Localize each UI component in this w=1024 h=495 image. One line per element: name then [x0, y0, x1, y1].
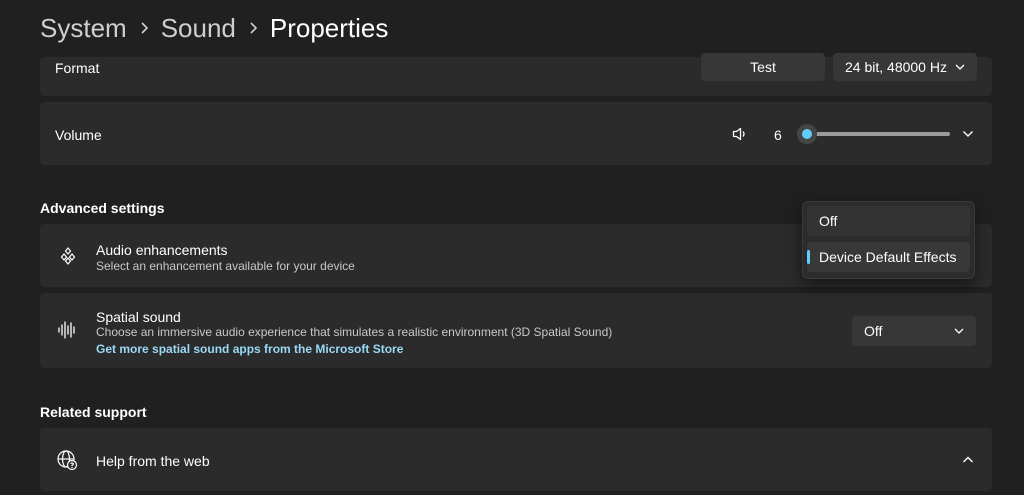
spatial-sound-icon	[58, 321, 75, 339]
microsoft-store-link[interactable]: Get more spatial sound apps from the Mic…	[96, 342, 403, 356]
volume-value: 6	[774, 127, 782, 143]
spatial-sound-subtitle: Choose an immersive audio experience tha…	[96, 325, 613, 339]
selection-indicator	[807, 250, 810, 264]
chevron-down-icon	[955, 64, 965, 70]
spatial-sound-dropdown-value: Off	[864, 323, 883, 339]
chevron-down-icon	[954, 328, 964, 334]
breadcrumb-sound[interactable]: Sound	[161, 13, 236, 44]
volume-slider-track[interactable]	[798, 132, 950, 136]
advanced-settings-heading: Advanced settings	[40, 200, 165, 216]
chevron-down-icon[interactable]	[962, 129, 974, 139]
breadcrumb-system[interactable]: System	[40, 13, 127, 44]
volume-label: Volume	[55, 127, 102, 143]
menu-option-off-label: Off	[819, 213, 838, 229]
chevron-right-icon	[127, 21, 161, 35]
audio-enhancements-subtitle: Select an enhancement available for your…	[96, 259, 355, 273]
spatial-sound-dropdown[interactable]: Off	[852, 316, 976, 346]
volume-card: Volume 6	[40, 102, 992, 165]
page-title: Properties	[269, 12, 389, 43]
help-from-web-card[interactable]: Help from the web	[40, 428, 992, 491]
test-button[interactable]: Test	[701, 53, 825, 81]
spatial-sound-title: Spatial sound	[96, 309, 181, 325]
format-dropdown[interactable]: 24 bit, 48000 Hz	[833, 53, 977, 81]
volume-slider-thumb[interactable]	[797, 124, 818, 144]
related-support-heading: Related support	[40, 404, 147, 420]
menu-option-device-default-effects[interactable]: Device Default Effects	[807, 242, 970, 272]
globe-help-icon	[57, 450, 78, 471]
menu-option-off[interactable]: Off	[807, 206, 970, 236]
format-label: Format	[55, 60, 100, 76]
menu-option-device-default-effects-label: Device Default Effects	[819, 249, 957, 265]
help-from-web-label: Help from the web	[96, 453, 210, 469]
chevron-right-icon	[236, 21, 270, 35]
audio-enhancements-icon	[60, 247, 76, 265]
audio-enhancements-title: Audio enhancements	[96, 242, 228, 258]
chevron-up-icon[interactable]	[962, 455, 974, 465]
breadcrumb: System Sound Properties	[40, 8, 388, 48]
format-dropdown-value: 24 bit, 48000 Hz	[845, 59, 947, 75]
speaker-icon[interactable]	[732, 127, 748, 141]
audio-enhancements-menu: Off Device Default Effects	[802, 201, 975, 279]
